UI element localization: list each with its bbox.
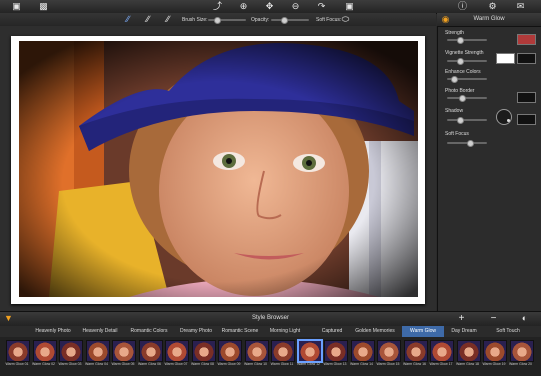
move-icon[interactable]: ✥	[264, 1, 275, 12]
thumbnail-caption: Warm Glow 05	[111, 362, 135, 366]
zoom-out-icon[interactable]: ⊖	[290, 1, 301, 12]
thumbnail-caption: Warm Glow 19	[482, 362, 506, 366]
fit-icon[interactable]: ▣	[344, 1, 355, 12]
brush-size-label: Brush Size:	[182, 17, 208, 23]
shadow-color-swatch[interactable]	[517, 114, 536, 125]
strength-slider[interactable]	[447, 36, 487, 44]
settings-icon[interactable]: ⚙	[487, 1, 498, 12]
crop-icon[interactable]: ▣	[11, 1, 22, 12]
brush-tool-2-icon[interactable]: ∕∕	[140, 14, 156, 25]
photo-image	[19, 41, 418, 297]
thumbnail[interactable]	[32, 340, 57, 362]
panel-title: Warm Glow	[473, 16, 505, 22]
thumbnail[interactable]	[509, 340, 534, 362]
tab-captured-moments[interactable]: Captured Moments	[311, 326, 353, 345]
soft-focus-label: Soft Focus:	[316, 17, 342, 23]
tab-dreamy-photo[interactable]: Dreamy Photo	[176, 326, 216, 337]
thumbnail[interactable]	[483, 340, 507, 362]
thumbnail[interactable]	[430, 340, 454, 362]
tab-romantic-colors[interactable]: Romantic Colors	[126, 326, 172, 337]
thumbnail[interactable]	[138, 340, 163, 362]
brush-tool-1-icon[interactable]: ∕∕	[120, 14, 136, 25]
redo-icon[interactable]: ↷	[316, 1, 327, 12]
tab-warm-glow[interactable]: Warm Glow	[402, 326, 444, 337]
opacity-label: Opacity:	[251, 17, 270, 23]
photo[interactable]	[19, 41, 418, 297]
thumbnail-caption: Warm Glow 11	[270, 362, 294, 366]
brush-size-slider[interactable]	[208, 16, 246, 24]
tab-heavenly-detail[interactable]: Heavenly Detail	[77, 326, 123, 337]
thumbnail-caption: Warm Glow 09	[217, 362, 241, 366]
brush-tool-3-icon[interactable]: ∕∕	[160, 14, 176, 25]
brush-icon[interactable]: ⤴	[212, 1, 223, 12]
enhance-slider[interactable]	[447, 75, 487, 83]
soft-focus-icon[interactable]: ⬭	[340, 14, 351, 25]
vignette-color-swatch-b[interactable]	[517, 53, 536, 64]
thumbnail[interactable]	[191, 340, 216, 362]
refresh-icon[interactable]: ◐	[519, 313, 530, 324]
thumbnail[interactable]	[324, 340, 348, 362]
thumbnail[interactable]	[85, 340, 110, 362]
thumbnail[interactable]	[6, 340, 30, 362]
shadow-label: Shadow	[445, 108, 464, 114]
shadow-angle-dial[interactable]	[496, 109, 512, 125]
vignette-label: Vignette Strength	[445, 50, 484, 56]
strength-label: Strength	[445, 30, 464, 36]
opacity-slider[interactable]	[271, 16, 309, 24]
brush-toolbar: ∕∕ ∕∕ ∕∕ Brush Size: Opacity: Soft Focus…	[0, 13, 436, 27]
thumbnail-caption: Warm Glow 08	[190, 362, 214, 366]
strength-color-swatch[interactable]	[517, 34, 536, 45]
tab-soft-touch[interactable]: Soft Touch	[488, 326, 528, 337]
panel-header: ◉ Warm Glow	[437, 13, 541, 27]
tab-day-dream[interactable]: Day Dream	[444, 326, 484, 337]
zoom-in-icon[interactable]: ⊕	[238, 1, 249, 12]
thumbnail-caption: Warm Glow 15	[376, 362, 400, 366]
thumbnail[interactable]	[456, 340, 481, 362]
tab-romantic-scene[interactable]: Romantic Scene	[219, 326, 261, 337]
thumbnail-caption: Warm Glow 07	[164, 362, 188, 366]
thumbnail-caption: Warm Glow 20	[508, 362, 532, 366]
thumbnail[interactable]	[350, 340, 375, 362]
share-icon[interactable]: ✉	[515, 1, 526, 12]
top-toolbar: ▣ ▩ ⤴ ⊕ ✥ ⊖ ↷ ▣ ⓘ ⚙ ✉	[0, 0, 541, 14]
thumbnail-caption: Warm Glow 13	[323, 362, 347, 366]
thumbnail-caption: Warm Glow 03	[58, 362, 82, 366]
thumbnail[interactable]	[112, 340, 136, 362]
tab-heavenly-photo[interactable]: Heavenly Photo	[32, 326, 74, 337]
thumbnail-caption: Warm Glow 04	[84, 362, 108, 366]
thumbnail-caption: Warm Glow 14	[349, 362, 373, 366]
thumbnail[interactable]	[244, 340, 269, 362]
thumbnail[interactable]	[377, 340, 401, 362]
add-style-icon[interactable]: +	[456, 313, 467, 324]
border-slider[interactable]	[447, 94, 487, 102]
tab-morning-light[interactable]: Morning Light	[264, 326, 306, 337]
softfocus-slider[interactable]	[447, 139, 487, 147]
thumbnail-caption: Warm Glow 02	[31, 362, 55, 366]
thumbnail[interactable]	[296, 339, 323, 363]
style-browser-header: ▼ Style Browser + − ◐	[0, 311, 541, 327]
thumbnail-caption: Warm Glow 06	[137, 362, 161, 366]
softfocus-label: Soft Focus	[445, 131, 469, 137]
info-icon[interactable]: ⓘ	[457, 1, 468, 12]
thumbnail-caption: Warm Glow 16	[402, 362, 426, 366]
enhance-label: Enhance Colors	[445, 69, 481, 75]
tab-golden-memories[interactable]: Golden Memories	[354, 326, 396, 337]
vignette-slider[interactable]	[447, 57, 487, 65]
border-label: Photo Border	[445, 88, 475, 94]
thumbnail[interactable]	[403, 340, 428, 362]
thumbnail[interactable]	[59, 340, 83, 362]
thumbnail-caption: Warm Glow 17	[429, 362, 453, 366]
thumbnail-caption: Warm Glow 12	[296, 362, 320, 366]
thumbnail[interactable]	[218, 340, 242, 362]
remove-style-icon[interactable]: −	[488, 313, 499, 324]
export-icon[interactable]: ▩	[38, 1, 49, 12]
thumbnail-caption: Warm Glow 18	[455, 362, 479, 366]
thumbnail-caption: Warm Glow 10	[243, 362, 267, 366]
thumbnail[interactable]	[165, 340, 189, 362]
shadow-slider[interactable]	[447, 116, 487, 124]
border-color-swatch[interactable]	[517, 92, 536, 103]
thumbnail[interactable]	[271, 340, 295, 362]
vignette-color-swatch-a[interactable]	[496, 53, 515, 64]
thumbnail-caption: Warm Glow 01	[5, 362, 29, 366]
